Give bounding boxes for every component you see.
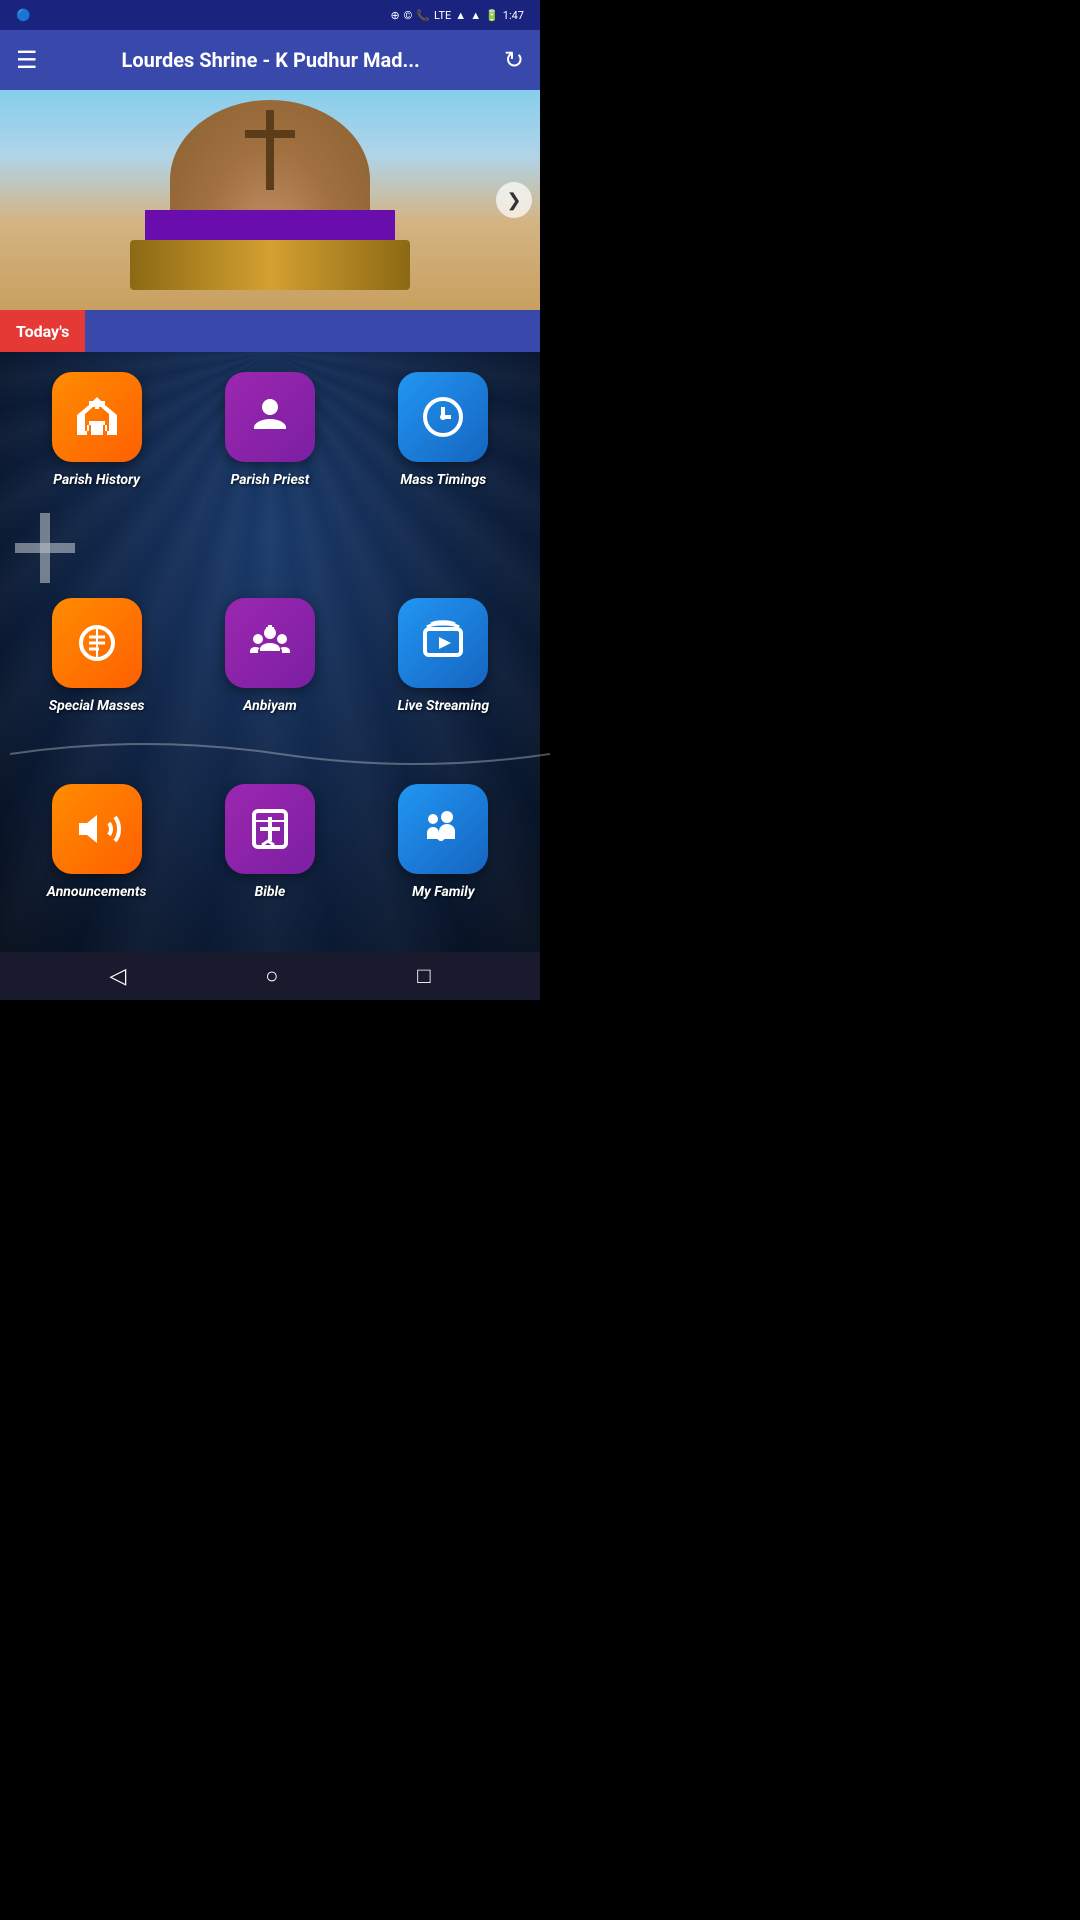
announcements-label: Announcements [47,884,147,900]
church-svg [73,393,121,441]
book-svg [73,619,121,667]
live-streaming-label: Live Streaming [397,698,489,714]
group-icon [225,598,315,688]
page-title: Lourdes Shrine - K Pudhur Mad... [38,48,504,72]
hero-scene [0,90,540,310]
clock-svg [419,393,467,441]
back-button[interactable]: ◁ [109,964,126,989]
grid-row-1: Parish History Parish Priest [10,372,530,488]
recents-button[interactable]: □ [417,963,430,989]
cross-decoration [266,110,274,190]
radio-icon: © [404,9,413,22]
grid-row-2: Special Masses Anbiyam [10,598,530,714]
bible-icon [225,784,315,874]
carousel-next-button[interactable]: ❯ [496,182,532,218]
status-bar: 🔵 ⊕ © 📞 LTE ▲ ▲ 🔋 1:47 [0,0,540,30]
signal-icon: 🔵 [16,8,31,22]
stream-svg [419,619,467,667]
cross-divider [40,513,50,583]
parish-history-item[interactable]: Parish History [27,372,167,488]
status-right: ⊕ © 📞 LTE ▲ ▲ 🔋 1:47 [390,9,524,22]
hotspot-icon: ⊕ [390,9,399,22]
family-svg [419,805,467,853]
cross-divider-area [10,508,530,588]
group-svg [246,619,294,667]
parish-priest-item[interactable]: Parish Priest [200,372,340,488]
anbiyam-item[interactable]: Anbiyam [200,598,340,714]
time-display: 1:47 [503,9,524,22]
mass-timings-label: Mass Timings [400,472,486,488]
parish-history-label: Parish History [53,472,140,488]
church-icon [52,372,142,462]
announcements-item[interactable]: Announcements [27,784,167,900]
battery-icon: 🔋 [485,9,499,22]
grid-row-3: Announcements Bible [10,784,530,900]
hero-carousel: ❯ [0,90,540,310]
wave-svg [10,734,550,774]
priest-icon [225,372,315,462]
mass-timings-item[interactable]: Mass Timings [373,372,513,488]
wave-divider [10,734,530,774]
clock-icon [398,372,488,462]
call-lte-icon: 📞 [416,9,430,22]
signal-bars: ▲ [455,9,466,22]
refresh-button[interactable]: ↻ [504,46,524,74]
book-icon [52,598,142,688]
my-family-label: My Family [412,884,474,900]
parish-priest-label: Parish Priest [231,472,310,488]
features-grid: Parish History Parish Priest [0,352,540,952]
live-streaming-item[interactable]: Live Streaming [373,598,513,714]
special-masses-label: Special Masses [49,698,145,714]
altar [130,240,410,290]
family-icon [398,784,488,874]
status-left: 🔵 [16,8,31,22]
nav-bar: ◁ ○ □ [0,952,540,1000]
bible-svg [246,805,294,853]
app-header: ☰ Lourdes Shrine - K Pudhur Mad... ↻ [0,30,540,90]
menu-button[interactable]: ☰ [16,46,38,74]
signal-bars2: ▲ [470,9,481,22]
todays-banner: Today's [0,310,540,352]
my-family-item[interactable]: My Family [373,784,513,900]
anbiyam-label: Anbiyam [243,698,297,714]
home-button[interactable]: ○ [265,963,278,989]
megaphone-svg [73,805,121,853]
megaphone-icon [52,784,142,874]
special-masses-item[interactable]: Special Masses [27,598,167,714]
todays-label: Today's [0,310,85,352]
bible-item[interactable]: Bible [200,784,340,900]
priest-svg [246,393,294,441]
stream-icon [398,598,488,688]
lte-label: LTE [434,9,451,22]
bible-label: Bible [255,884,286,900]
